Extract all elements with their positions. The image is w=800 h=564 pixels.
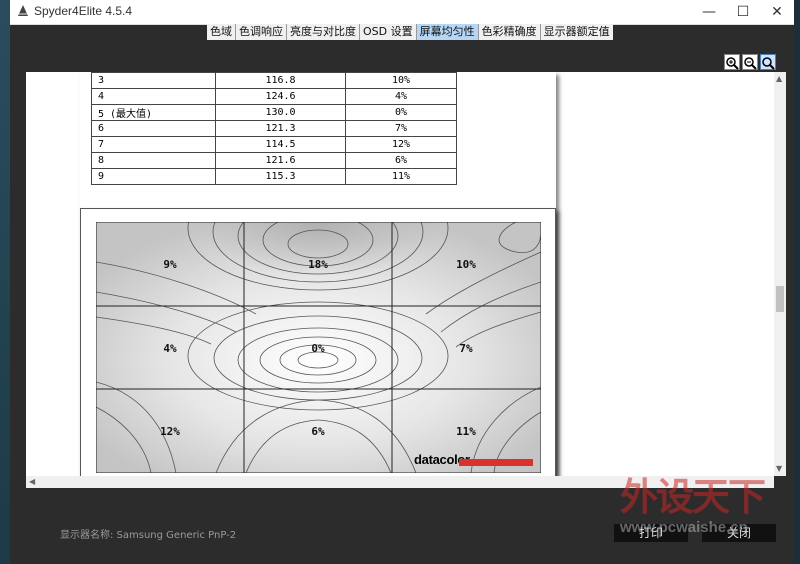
table-cell-zone: 6	[91, 120, 216, 137]
close-window-button[interactable]: ✕	[760, 0, 794, 24]
table-cell-luminance: 124.6	[215, 88, 346, 105]
table-cell-luminance: 121.3	[215, 120, 346, 137]
table-row: 9 115.3 11%	[91, 168, 457, 185]
vertical-scroll-thumb[interactable]	[776, 286, 784, 312]
table-cell-zone: 8	[91, 152, 216, 169]
table-cell-zone: 7	[91, 136, 216, 153]
table-cell-deviation: 10%	[345, 72, 457, 89]
tab-bar: 色域 色调响应 亮度与对比度 OSD 设置 屏幕均匀性 色彩精确度 显示器额定值	[207, 24, 613, 40]
table-cell-zone: 5 (最大值)	[91, 104, 216, 121]
scroll-left-icon[interactable]: ◀	[29, 477, 35, 486]
scroll-up-icon[interactable]: ▲	[776, 74, 782, 83]
display-name-label: 显示器名称: Samsung Generic PnP-2	[60, 530, 237, 541]
cell-label: 9%	[163, 258, 177, 271]
tab-color-accuracy[interactable]: 色彩精确度	[479, 24, 541, 40]
spyder-app-icon	[18, 5, 28, 16]
desktop-left-strip	[0, 0, 10, 564]
uniformity-map-panel: 9% 18% 10% 4% 0% 7% 12% 6% 11% datacolor	[80, 208, 556, 478]
table-row: 4 124.6 4%	[91, 88, 457, 105]
table-cell-luminance: 116.8	[215, 72, 346, 89]
table-row: 3 116.8 10%	[91, 72, 457, 89]
table-row: 8 121.6 6%	[91, 152, 457, 169]
cell-label: 12%	[160, 425, 180, 438]
tab-gamut[interactable]: 色域	[207, 24, 236, 40]
zoom-in-icon[interactable]	[724, 54, 740, 70]
zoom-out-icon[interactable]	[742, 54, 758, 70]
cell-label: 0%	[311, 342, 325, 355]
desktop-right-strip	[794, 0, 800, 564]
tab-osd-settings[interactable]: OSD 设置	[360, 24, 417, 40]
cell-label: 10%	[456, 258, 476, 271]
zoom-toolbar	[10, 40, 794, 72]
uniformity-contour-map: 9% 18% 10% 4% 0% 7% 12% 6% 11%	[96, 222, 541, 473]
table-row: 7 114.5 12%	[91, 136, 457, 153]
cell-label: 7%	[459, 342, 473, 355]
table-cell-deviation: 12%	[345, 136, 457, 153]
tab-tone-response[interactable]: 色调响应	[236, 24, 287, 40]
cell-label: 6%	[311, 425, 325, 438]
zoom-actual-icon[interactable]	[760, 54, 776, 70]
window-title: Spyder4Elite 4.5.4	[34, 4, 133, 18]
table-row: 6 121.3 7%	[91, 120, 457, 137]
cell-label: 4%	[163, 342, 177, 355]
tab-brightness-contrast[interactable]: 亮度与对比度	[287, 24, 360, 40]
table-cell-luminance: 115.3	[215, 168, 346, 185]
table-cell-luminance: 130.0	[215, 104, 346, 121]
table-cell-deviation: 11%	[345, 168, 457, 185]
tab-display-rating[interactable]: 显示器额定值	[541, 24, 613, 40]
table-cell-deviation: 6%	[345, 152, 457, 169]
datacolor-logo-bar	[459, 459, 533, 466]
table-cell-zone: 3	[91, 72, 216, 89]
uniformity-table: 3 116.8 10% 4 124.6 4% 5 (最大值) 130.0 0% 6 121.3 7% 7…	[91, 72, 457, 185]
scroll-down-icon[interactable]: ▼	[776, 464, 782, 473]
watermark-url: www.pcwaishe.cn	[620, 519, 748, 536]
table-cell-zone: 9	[91, 168, 216, 185]
watermark-logo: 外设天下	[620, 474, 766, 519]
vertical-scrollbar[interactable]: ▲ ▼	[774, 72, 786, 476]
minimize-button[interactable]: —	[692, 0, 726, 24]
cell-label: 18%	[308, 258, 328, 271]
table-cell-deviation: 0%	[345, 104, 457, 121]
table-cell-luminance: 121.6	[215, 152, 346, 169]
title-bar: Spyder4Elite 4.5.4 — ☐ ✕	[10, 0, 794, 25]
table-cell-luminance: 114.5	[215, 136, 346, 153]
table-cell-zone: 4	[91, 88, 216, 105]
table-cell-deviation: 7%	[345, 120, 457, 137]
cell-label: 11%	[456, 425, 476, 438]
table-cell-deviation: 4%	[345, 88, 457, 105]
tab-screen-uniformity[interactable]: 屏幕均匀性	[416, 24, 479, 40]
table-row: 5 (最大值) 130.0 0%	[91, 104, 457, 121]
maximize-button[interactable]: ☐	[726, 0, 760, 24]
